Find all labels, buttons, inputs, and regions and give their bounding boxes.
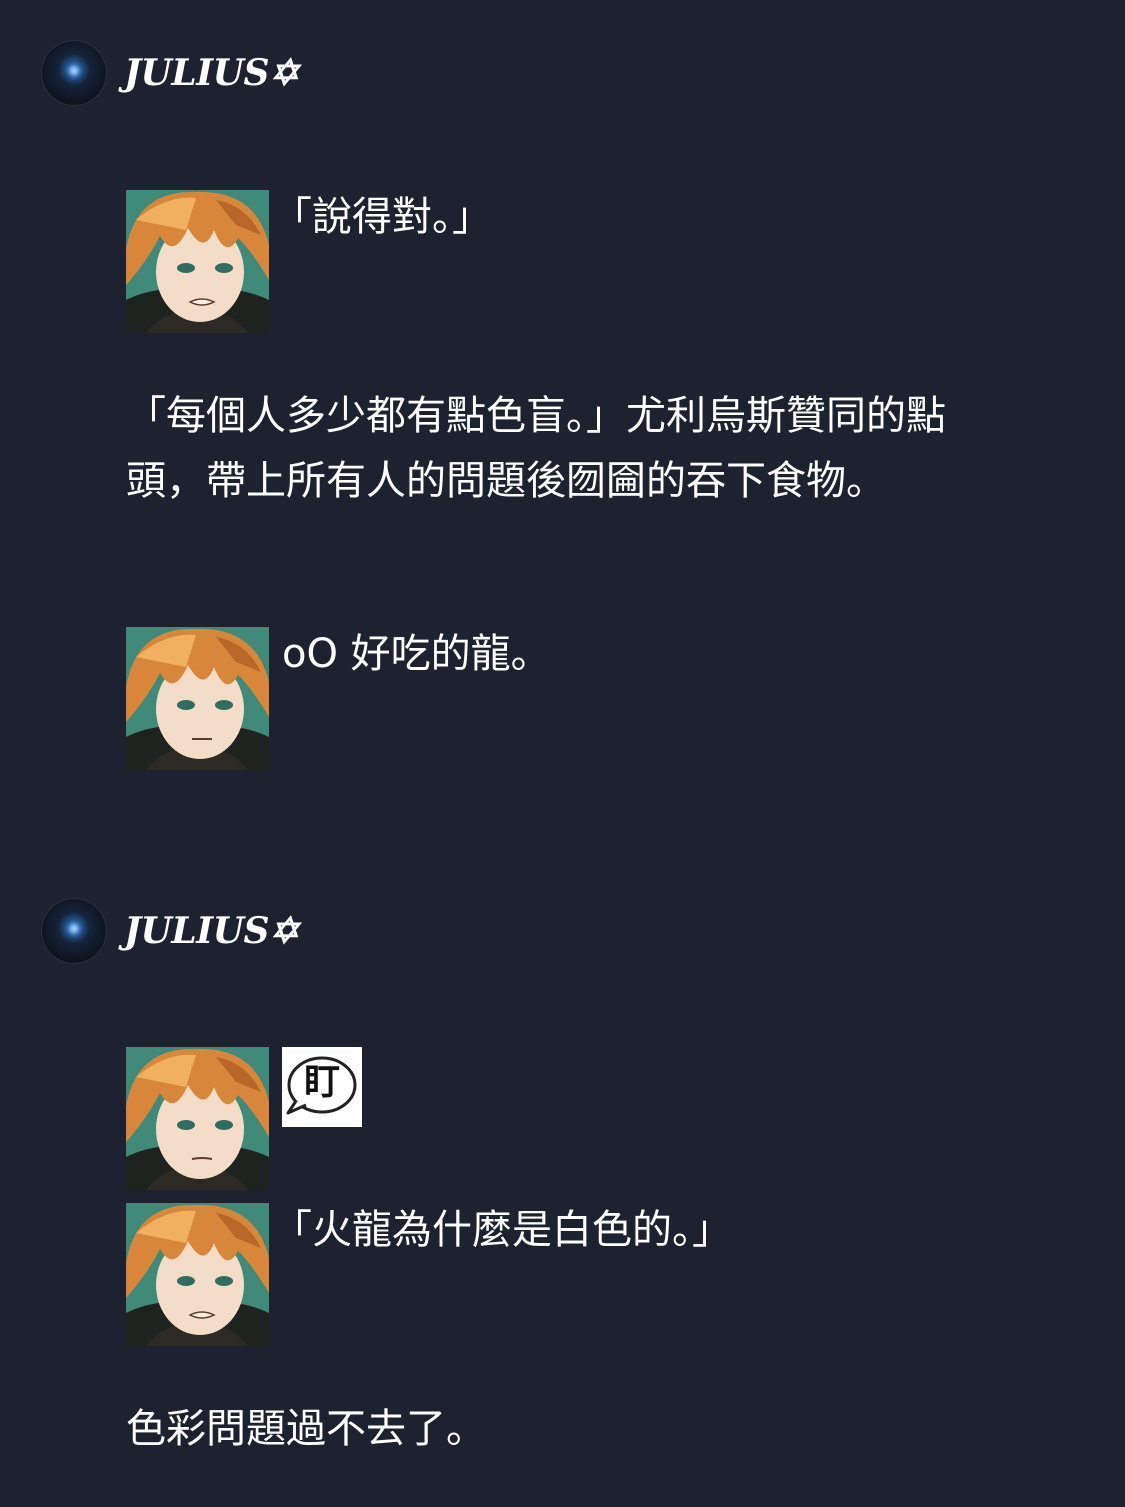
user-avatar-icon[interactable] xyxy=(41,898,107,964)
sticker-label: 盯 xyxy=(303,1062,340,1103)
character-portrait-icon xyxy=(126,627,269,770)
narrative-line: 頭，帶上所有人的問題後囫圇的吞下食物。 xyxy=(126,458,886,504)
username[interactable]: JULIUS✡ xyxy=(124,52,299,94)
character-portrait-icon xyxy=(126,190,269,333)
character-portrait-icon xyxy=(126,1047,269,1190)
dialogue-line: 「說得對。」 xyxy=(272,194,492,240)
speech-bubble-stare-icon: 盯 xyxy=(282,1047,362,1127)
character-portrait-icon xyxy=(126,1203,269,1346)
thought-line: oO 好吃的龍。 xyxy=(282,631,551,677)
dialogue-line: 「火龍為什麼是白色的。」 xyxy=(272,1207,732,1253)
narrative-line: 「每個人多少都有點色盲。」尤利烏斯贊同的點 xyxy=(126,393,946,439)
user-avatar-icon[interactable] xyxy=(41,40,107,106)
username[interactable]: JULIUS✡ xyxy=(124,910,299,952)
narrative-line: 色彩問題過不去了。 xyxy=(126,1406,486,1452)
